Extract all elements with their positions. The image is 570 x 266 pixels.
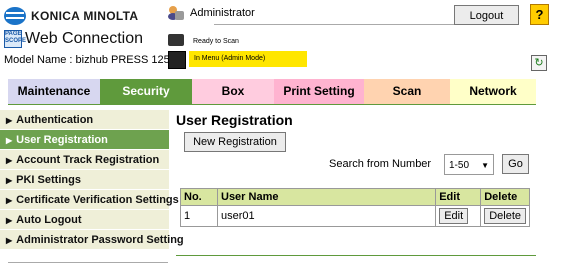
menu-mode-icon	[168, 51, 186, 69]
logout-button[interactable]: Logout	[454, 5, 519, 25]
product-name: Web Connection	[25, 30, 143, 47]
sidebar-item-user-registration[interactable]: ▶ User Registration	[0, 130, 169, 150]
arrow-right-icon: ▶	[6, 176, 13, 185]
main-divider	[176, 255, 536, 256]
tab-scan[interactable]: Scan	[364, 79, 450, 104]
globe-logo-icon	[4, 7, 26, 25]
cell-delete: Delete	[480, 205, 530, 227]
cell-edit: Edit	[435, 205, 482, 227]
go-button[interactable]: Go	[502, 154, 529, 174]
column-header-user-name: User Name	[216, 188, 437, 206]
refresh-icon[interactable]: ↻	[531, 55, 547, 71]
sidebar-item-auto-logout[interactable]: ▶ Auto Logout	[0, 210, 169, 230]
new-registration-button[interactable]: New Registration	[184, 132, 286, 152]
search-range-select[interactable]: 1-50 ▼	[444, 154, 494, 175]
edit-button[interactable]: Edit	[439, 208, 469, 224]
administrator-icon	[168, 5, 184, 21]
search-label: Search from Number	[329, 158, 432, 170]
help-icon[interactable]: ?	[530, 4, 549, 25]
sidebar-item-authentication[interactable]: ▶ Authentication	[0, 110, 169, 130]
brand-name: KONICA MINOLTA	[31, 9, 139, 23]
tab-print-setting[interactable]: Print Setting	[274, 79, 364, 104]
user-info: Administrator	[168, 5, 255, 21]
arrow-right-icon: ▶	[6, 156, 13, 165]
tab-security[interactable]: Security	[100, 79, 192, 104]
konica-minolta-logo: KONICA MINOLTA	[4, 7, 138, 25]
status-mode: In Menu (Admin Mode)	[189, 51, 307, 67]
sidebar-item-pki-settings[interactable]: ▶ PKI Settings	[0, 170, 169, 190]
column-header-edit: Edit	[435, 188, 482, 206]
tab-maintenance[interactable]: Maintenance	[8, 79, 100, 104]
tab-divider	[8, 104, 536, 105]
sidebar-divider	[8, 262, 168, 263]
printer-icon	[168, 34, 184, 46]
tab-box[interactable]: Box	[192, 79, 274, 104]
arrow-right-icon: ▶	[6, 116, 13, 125]
tab-network[interactable]: Network	[450, 79, 536, 104]
arrow-right-icon: ▶	[6, 236, 13, 245]
user-label: Administrator	[190, 7, 255, 19]
web-connection-logo: PAGE SCOPE Web Connection	[4, 30, 143, 48]
sidebar-item-account-track-registration[interactable]: ▶ Account Track Registration	[0, 150, 169, 170]
cell-no: 1	[180, 205, 218, 227]
arrow-right-icon: ▶	[6, 216, 13, 225]
arrow-right-icon: ▶	[6, 196, 13, 205]
sidebar: ▶ Authentication ▶ User Registration ▶ Acco…	[0, 110, 184, 250]
table-row: 1 user01 Edit Delete	[180, 205, 530, 227]
table-header-row: No. User Name Edit Delete	[180, 188, 530, 206]
model-name: Model Name : bizhub PRESS 1250	[4, 54, 176, 66]
column-header-no: No.	[180, 188, 218, 206]
user-table: No. User Name Edit Delete 1 user01 Edit …	[180, 188, 530, 227]
chevron-down-icon: ▼	[481, 161, 489, 170]
page-title: User Registration	[176, 112, 293, 128]
arrow-right-icon: ▶	[6, 136, 13, 145]
pagescope-icon: PAGE SCOPE	[4, 30, 26, 48]
sidebar-item-administrator-password-setting[interactable]: ▶ Administrator Password Setting	[0, 230, 184, 250]
column-header-delete: Delete	[480, 188, 530, 206]
status-ready: Ready to Scan	[193, 38, 239, 45]
delete-button[interactable]: Delete	[484, 208, 526, 224]
sidebar-item-certificate-verification-settings[interactable]: ▶ Certificate Verification Settings	[0, 190, 179, 210]
cell-user-name: user01	[216, 205, 437, 227]
